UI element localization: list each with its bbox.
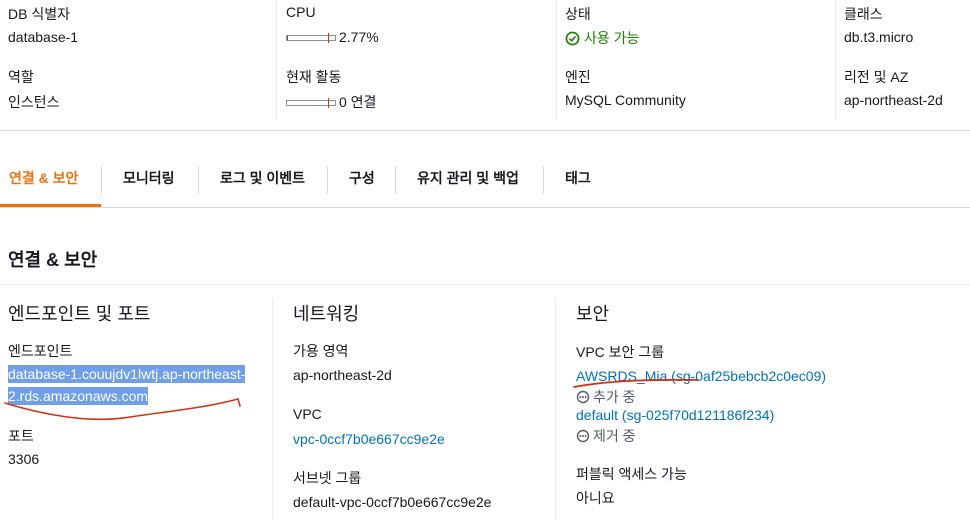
pending-icon [576,390,590,404]
check-circle-icon [565,31,580,46]
port-value: 3306 [8,451,40,467]
public-access-label: 퍼블릭 액세스 가능 [576,466,687,482]
connections-meter [286,98,336,109]
security-group-label: VPC 보안 그룹 [576,344,665,360]
status-value-row: 사용 가능 [565,28,639,48]
tab-logs-events[interactable]: 로그 및 이벤트 [220,152,305,208]
security-section-title: 보안 [576,304,610,324]
az-value: ap-northeast-2d [293,367,392,383]
endpoint-line-2: 2.rds.amazonaws.com [8,387,149,405]
activity-value: 0 연결 [339,94,377,110]
engine-label: 엔진 [565,69,591,85]
security-group-1-status-text: 추가 중 [593,389,636,405]
cpu-meter-threshold [328,33,329,44]
tab-divider [327,166,328,194]
activity-value-row: 0 연결 [286,92,376,112]
summary-section: DB 식별자 database-1 역할 인스턴스 CPU 2.77% 현재 활… [0,0,970,131]
port-label: 포트 [8,428,34,444]
summary-col-status: 상태 사용 가능 엔진 MySQL Community [556,0,835,120]
tab-monitoring[interactable]: 모니터링 [123,152,175,208]
summary-col-class: 클래스 db.t3.micro 리전 및 AZ ap-northeast-2d [835,0,970,120]
security-group-2-status: 제거 중 [576,426,636,446]
connections-meter-threshold [328,98,329,109]
role-value: 인스턴스 [8,94,60,110]
role-label: 역할 [8,69,34,85]
tab-maintenance-backup[interactable]: 유지 관리 및 백업 [417,152,519,208]
status-label: 상태 [565,6,591,22]
tab-configuration[interactable]: 구성 [349,152,375,208]
detail-tabs: 연결 & 보안 모니터링 로그 및 이벤트 구성 유지 관리 및 백업 태그 [0,152,970,208]
db-id-value: database-1 [8,29,79,45]
vpc-link[interactable]: vpc-0ccf7b0e667cc9e2e [293,431,445,447]
db-id-label: DB 식별자 [8,6,70,22]
tab-connectivity-security[interactable]: 연결 & 보안 [9,152,78,208]
cpu-value-row: 2.77% [286,29,379,45]
summary-col-db: DB 식별자 database-1 역할 인스턴스 [0,0,276,120]
network-column: 네트워킹 가용 영역 ap-northeast-2d VPC vpc-0ccf7… [272,298,555,520]
engine-value: MySQL Community [565,92,686,108]
panel-divider [0,284,970,285]
cpu-value: 2.77% [339,29,379,45]
tab-tags[interactable]: 태그 [565,152,591,208]
summary-col-cpu: CPU 2.77% 현재 활동 0 연결 [276,0,556,120]
active-tab-indicator [0,204,101,207]
subnet-value: default-vpc-0ccf7b0e667cc9e2e [293,494,492,510]
az-label: 가용 영역 [293,343,349,359]
tab-divider [395,166,396,194]
cpu-label: CPU [286,4,316,20]
security-column: 보안 VPC 보안 그룹 AWSRDS_Mia (sg-0af25bebcb2c… [555,298,970,520]
tab-divider [101,166,102,194]
security-group-2-status-text: 제거 중 [593,428,636,444]
security-group-1-status: 추가 중 [576,387,636,407]
region-value: ap-northeast-2d [844,92,943,108]
class-value: db.t3.micro [844,29,914,45]
tab-divider [198,166,199,194]
endpoint-value[interactable]: database-1.couujdv1lwtj.ap-northeast- 2.… [8,365,246,410]
cpu-meter-fill [287,36,289,41]
security-group-1-link[interactable]: AWSRDS_Mia (sg-0af25bebcb2c0ec09) [576,368,826,384]
panel-title: 연결 & 보안 [8,250,98,270]
network-section-title: 네트워킹 [293,304,360,324]
public-access-value: 아니요 [576,490,615,506]
region-label: 리전 및 AZ [844,69,909,85]
vpc-label: VPC [293,406,322,422]
endpoint-line-1: database-1.couujdv1lwtj.ap-northeast- [8,365,246,383]
class-label: 클래스 [844,6,883,22]
endpoint-label: 엔드포인트 [8,343,73,359]
endpoint-section-title: 엔드포인트 및 포트 [8,304,151,324]
tab-divider [543,166,544,194]
subnet-label: 서브넷 그룹 [293,470,362,486]
endpoint-column: 엔드포인트 및 포트 엔드포인트 database-1.couujdv1lwtj… [0,298,272,520]
activity-label: 현재 활동 [286,69,342,85]
security-group-2-link[interactable]: default (sg-025f70d121186f234) [576,407,774,423]
status-value: 사용 가능 [584,30,640,46]
cpu-meter [286,33,336,44]
pending-icon [576,429,590,443]
